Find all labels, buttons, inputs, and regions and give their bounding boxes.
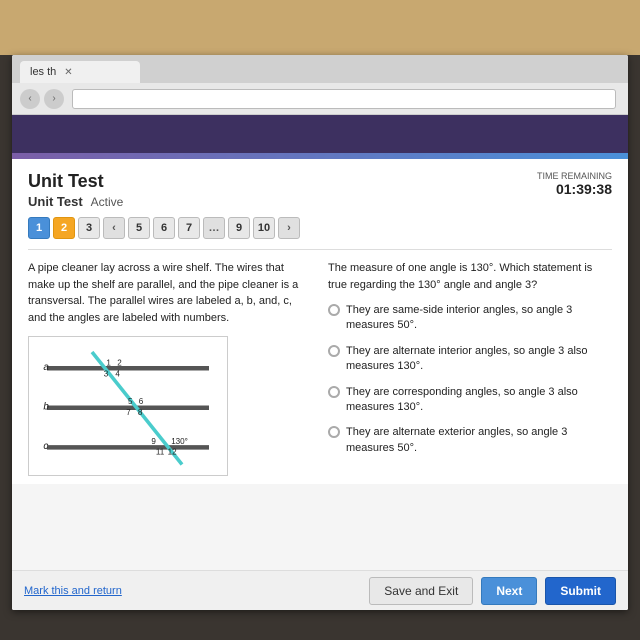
main-content: Unit Test Unit Test Active TIME REMAININ…: [12, 159, 628, 484]
question-btn-9[interactable]: 9: [228, 217, 250, 239]
footer-bar: Mark this and return Save and Exit Next …: [12, 570, 628, 610]
svg-text:9: 9: [151, 437, 156, 446]
prev-arrow[interactable]: ‹: [103, 217, 125, 239]
time-remaining-label: TIME REMAINING: [537, 171, 612, 181]
question-btn-2[interactable]: 2: [53, 217, 75, 239]
address-bar[interactable]: [72, 89, 616, 109]
save-exit-button[interactable]: Save and Exit: [369, 577, 473, 605]
question-nav: 1 2 3 ‹ 5 6 7 … 9 10 ›: [28, 217, 612, 239]
choice-text-2: They are alternate interior angles, so a…: [346, 344, 612, 375]
skip-arrow[interactable]: …: [203, 217, 225, 239]
choice-item-3[interactable]: They are corresponding angles, so angle …: [328, 385, 612, 416]
svg-text:4: 4: [115, 369, 120, 378]
svg-text:3: 3: [104, 369, 109, 378]
subtitle-label: Unit Test: [28, 194, 83, 209]
question-btn-7[interactable]: 7: [178, 217, 200, 239]
choice-text-3: They are corresponding angles, so angle …: [346, 385, 612, 416]
choice-item-4[interactable]: They are alternate exterior angles, so a…: [328, 425, 612, 456]
question-btn-5[interactable]: 5: [128, 217, 150, 239]
time-display: TIME REMAINING 01:39:38: [537, 171, 612, 197]
browser-tab[interactable]: les th ✕: [20, 61, 140, 83]
time-remaining-value: 01:39:38: [537, 181, 612, 197]
next-arrow[interactable]: ›: [278, 217, 300, 239]
monitor-bezel: les th ✕ ‹ › Unit Test Unit: [0, 0, 640, 640]
svg-text:12: 12: [168, 448, 177, 457]
choice-item-2[interactable]: They are alternate interior angles, so a…: [328, 344, 612, 375]
page-title: Unit Test: [28, 171, 123, 192]
svg-text:8: 8: [138, 408, 143, 417]
answer-choices: They are same-side interior angles, so a…: [328, 303, 612, 456]
page-content: Unit Test Unit Test Active TIME REMAININ…: [12, 115, 628, 610]
question-btn-10[interactable]: 10: [253, 217, 275, 239]
choice-text-4: They are alternate exterior angles, so a…: [346, 425, 612, 456]
svg-text:a: a: [43, 362, 49, 373]
diagram: a b c 1 2 3 4 5 6 7: [28, 336, 228, 476]
svg-text:c: c: [43, 441, 48, 452]
back-button[interactable]: ‹: [20, 89, 40, 109]
right-question-text: The measure of one angle is 130°. Which …: [328, 260, 612, 293]
radio-3[interactable]: [328, 386, 340, 398]
tab-label: les th: [30, 66, 56, 78]
svg-text:130°: 130°: [171, 437, 188, 446]
next-button[interactable]: Next: [481, 577, 537, 605]
radio-1[interactable]: [328, 304, 340, 316]
top-decoration: [0, 0, 640, 55]
tab-bar: les th ✕: [12, 55, 628, 83]
svg-text:1: 1: [106, 359, 111, 368]
submit-button[interactable]: Submit: [545, 577, 616, 605]
choice-item-1[interactable]: They are same-side interior angles, so a…: [328, 303, 612, 334]
svg-text:6: 6: [139, 397, 144, 406]
svg-text:11: 11: [156, 448, 165, 457]
footer-buttons: Save and Exit Next Submit: [369, 577, 616, 605]
svg-text:2: 2: [117, 359, 122, 368]
left-column: A pipe cleaner lay across a wire shelf. …: [28, 260, 312, 476]
divider: [28, 249, 612, 250]
mark-return-link[interactable]: Mark this and return: [24, 585, 122, 597]
status-badge: Active: [91, 195, 124, 209]
forward-button[interactable]: ›: [44, 89, 64, 109]
tab-close-button[interactable]: ✕: [64, 67, 72, 78]
svg-text:b: b: [43, 402, 49, 413]
left-question-text: A pipe cleaner lay across a wire shelf. …: [28, 260, 312, 326]
radio-2[interactable]: [328, 345, 340, 357]
question-btn-1[interactable]: 1: [28, 217, 50, 239]
radio-4[interactable]: [328, 426, 340, 438]
browser-toolbar: ‹ ›: [12, 83, 628, 115]
site-header: [12, 115, 628, 153]
right-column: The measure of one angle is 130°. Which …: [328, 260, 612, 476]
svg-text:5: 5: [128, 397, 133, 406]
question-columns: A pipe cleaner lay across a wire shelf. …: [28, 260, 612, 476]
svg-text:7: 7: [126, 408, 131, 417]
browser-window: les th ✕ ‹ › Unit Test Unit: [12, 55, 628, 610]
choice-text-1: They are same-side interior angles, so a…: [346, 303, 612, 334]
question-btn-3[interactable]: 3: [78, 217, 100, 239]
question-btn-6[interactable]: 6: [153, 217, 175, 239]
